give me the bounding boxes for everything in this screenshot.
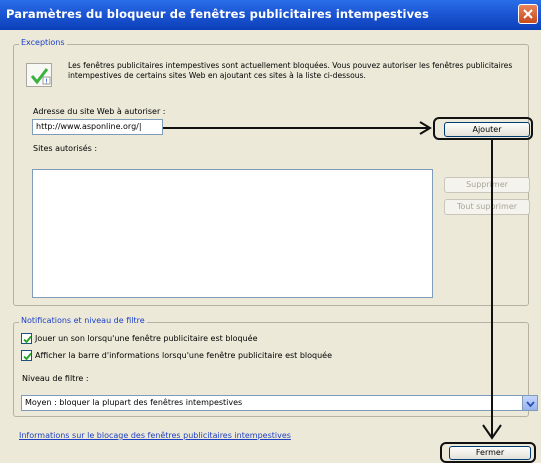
info-check-icon: ! [26,63,52,87]
checkmark-icon [23,335,32,344]
close-button[interactable]: Fermer [449,446,531,460]
notifications-label: Notifications et niveau de filtre [19,316,147,325]
exceptions-label: Exceptions [19,38,67,47]
close-x-icon [523,9,533,19]
show-infobar-checkbox[interactable] [21,350,32,361]
show-infobar-label: Afficher la barre d'informations lorsqu'… [35,351,333,360]
add-button[interactable]: Ajouter [444,122,530,137]
website-address-input[interactable]: http://www.asponline.org/| [32,119,163,135]
allowed-sites-label: Sites autorisés : [33,144,98,153]
filter-level-value: Moyen : bloquer la plupart des fenêtres … [25,398,243,407]
popup-blocker-info-link[interactable]: Informations sur le blocage des fenêtres… [19,431,291,440]
checkmark-icon [23,352,32,361]
exceptions-description: Les fenêtres publicitaires intempestives… [68,61,513,80]
filter-level-select[interactable]: Moyen : bloquer la plupart des fenêtres … [21,395,538,411]
title-bar: Paramètres du bloqueur de fenêtres publi… [0,0,541,30]
dropdown-button[interactable] [522,396,537,410]
filter-level-label: Niveau de filtre : [22,374,89,383]
remove-all-button[interactable]: Tout supprimer [444,199,530,215]
address-label: Adresse du site Web à autoriser : [33,107,166,116]
remove-button[interactable]: Supprimer [444,177,530,193]
play-sound-label: Jouer un son lorsqu'une fenêtre publicit… [35,334,258,343]
window-title: Paramètres du bloqueur de fenêtres publi… [6,7,430,21]
play-sound-checkbox[interactable] [21,333,32,344]
allowed-sites-list[interactable] [32,169,433,298]
svg-text:!: ! [45,78,48,86]
close-window-button[interactable] [518,4,538,24]
chevron-down-icon [526,401,535,407]
